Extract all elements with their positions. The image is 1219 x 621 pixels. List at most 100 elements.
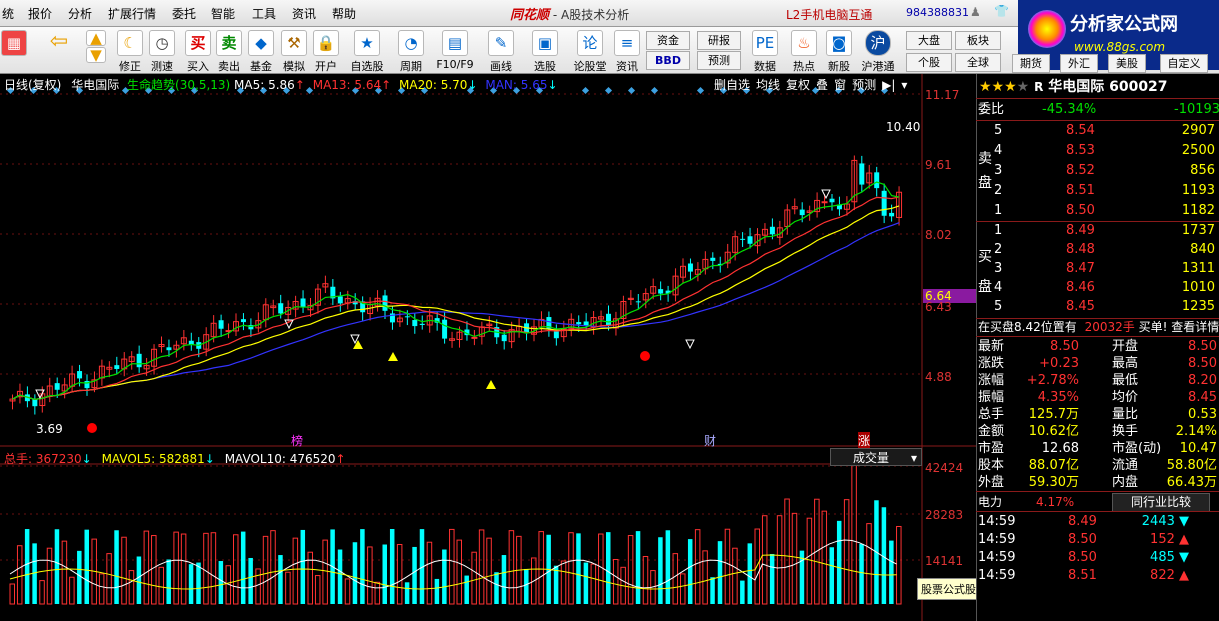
stat-row[interactable]: 金额 10.62亿 换手 2.14% [976, 423, 1219, 441]
menu-item-ext-quote[interactable]: 扩展行情 [108, 5, 156, 22]
menu-item-quote[interactable]: 报价 [28, 5, 52, 22]
buy-level-row[interactable]: 3 8.47 1311 [976, 260, 1219, 278]
page-up-button[interactable]: ▲ ▼ [84, 27, 108, 73]
draw-line-button[interactable]: ✎ 画线 [483, 27, 519, 73]
menu-item-analysis[interactable]: 分析 [68, 5, 92, 22]
capital-button[interactable]: 资金 [646, 31, 690, 50]
buy-level-row[interactable]: 5 8.45 1235 [976, 298, 1219, 316]
overlay-button[interactable]: 叠 [816, 78, 828, 92]
stat-value: 4.35% [1037, 390, 1079, 405]
us-stock-button[interactable]: 美股 [1108, 54, 1146, 73]
stat-row[interactable]: 涨幅 +2.78% 最低 8.20 [976, 372, 1219, 390]
sell-level-row[interactable]: 5 8.54 2907 [976, 122, 1219, 140]
volume-selector[interactable]: 成交量 ▾ [830, 448, 922, 466]
market-button[interactable]: 大盘 [906, 31, 952, 50]
l2-link[interactable]: L2手机电脑互通 [786, 6, 872, 23]
stat-label: 总手 [978, 407, 1005, 422]
shirt-icon[interactable]: 👕 [994, 4, 1009, 18]
stock-button[interactable]: 个股 [906, 53, 952, 72]
sell-level-row[interactable]: 3 8.52 856 [976, 162, 1219, 180]
futures-button[interactable]: 期货 [1012, 54, 1050, 73]
window-button[interactable]: 窗 [834, 78, 846, 92]
buy-level-row[interactable]: 2 8.48 840 [976, 241, 1219, 259]
f10-button[interactable]: ▤ F10/F9 [435, 27, 475, 73]
grid-button[interactable]: ▦ [0, 27, 28, 73]
stock-picker-button[interactable]: ▣ 选股 [527, 27, 563, 73]
open-account-button[interactable]: 🔒 开户 [312, 27, 340, 73]
forecast-chart-button[interactable]: 预测 [852, 78, 876, 92]
stat-row[interactable]: 股本 88.07亿 流通 58.80亿 [976, 457, 1219, 475]
forecast-button[interactable]: 预测 [697, 51, 741, 70]
stat-row[interactable]: 外盘 59.30万 内盘 66.43万 [976, 474, 1219, 492]
custom-button[interactable]: 自定义 [1160, 54, 1208, 73]
chart-area[interactable] [0, 74, 976, 621]
volume-bar [344, 578, 351, 605]
news-button[interactable]: ≡ 资讯 [613, 27, 641, 73]
menu-item-order[interactable]: 委托 [172, 5, 196, 22]
ipo-button[interactable]: ◙ 新股 [824, 27, 854, 73]
hk-connect-button[interactable]: 沪沪港通 [858, 27, 898, 73]
play-icon[interactable]: ▶| [882, 78, 895, 92]
stat-row[interactable]: 总手 125.7万 量比 0.53 [976, 406, 1219, 424]
simulate-button[interactable]: ⚒ 模拟 [280, 27, 308, 73]
phone-number: 984388831 [906, 6, 969, 19]
sell-level-row[interactable]: 2 8.51 1193 [976, 182, 1219, 200]
tick-row[interactable]: 14:59 8.50 152 ▲ [976, 531, 1219, 549]
menu-item-system[interactable]: 统 [2, 5, 14, 22]
buy-button[interactable]: 买买入 [184, 27, 212, 73]
view-details-link[interactable]: 查看详情 [1171, 320, 1219, 334]
tick-list: 14:59 8.49 2443 ▼ 14:59 8.50 152 ▲ 14:59 8.50 48… [976, 512, 1219, 582]
sell-level-row[interactable]: 1 8.50 1182 [976, 202, 1219, 220]
tick-row[interactable]: 14:59 8.51 822 ▲ [976, 567, 1219, 582]
stat-label: 涨幅 [978, 373, 1005, 388]
volume-bar [710, 577, 715, 604]
stat-row[interactable]: 涨跌 +0.23 最高 8.50 [976, 355, 1219, 373]
stat-row[interactable]: 市盈 12.68 市盈(动) 10.47 [976, 440, 1219, 458]
marker-limit[interactable]: 涨 [858, 432, 871, 449]
global-button[interactable]: 全球 [955, 53, 1001, 72]
stat-label: 换手 [1112, 424, 1139, 439]
hot-button[interactable]: ♨ 热点 [788, 27, 820, 73]
menu-item-tools[interactable]: 工具 [252, 5, 276, 22]
compare-sector-button[interactable]: 同行业比较 [1112, 493, 1210, 512]
volume-bar [665, 530, 671, 604]
ipo-icon: ◙ [826, 30, 852, 56]
candle-body [278, 303, 284, 314]
volume-bar [54, 529, 60, 604]
forex-button[interactable]: 外汇 [1060, 54, 1098, 73]
sell-level-row[interactable]: 4 8.53 2500 [976, 142, 1219, 160]
buy-level-row[interactable]: 4 8.46 1010 [976, 279, 1219, 297]
indicator-name[interactable]: 生命趋势(30,5,13) [127, 78, 230, 92]
candle-body [710, 257, 716, 261]
watchlist-button[interactable]: ★ 自选股 [348, 27, 386, 73]
stat-row[interactable]: 最新 8.50 开盘 8.50 [976, 338, 1219, 356]
sell-button[interactable]: 卖卖出 [215, 27, 243, 73]
ma-button[interactable]: 均线 [756, 78, 780, 92]
adjust-button[interactable]: 复权 [786, 78, 810, 92]
sector-name[interactable]: 电力 [978, 495, 1002, 509]
tick-row[interactable]: 14:59 8.49 2443 ▼ [976, 513, 1219, 531]
marker-finance[interactable]: 财 [704, 432, 716, 449]
marker-rank[interactable]: 榜 [291, 432, 303, 449]
menu-item-news[interactable]: 资讯 [292, 5, 316, 22]
remove-watch-button[interactable]: 删自选 [714, 78, 750, 92]
sector-button[interactable]: 板块 [955, 31, 1001, 50]
speed-test-button[interactable]: ◷ 测速 [147, 27, 177, 73]
buy-level-row[interactable]: 1 8.49 1737 [976, 222, 1219, 240]
back-button[interactable]: ⇦ [44, 27, 74, 73]
volume-bar [270, 530, 276, 605]
period-button[interactable]: ◔ 周期 [393, 27, 429, 73]
data-button[interactable]: PE 数据 [748, 27, 782, 73]
fix-button[interactable]: ☾ 修正 [115, 27, 145, 73]
stat-row[interactable]: 振幅 4.35% 均价 8.45 [976, 389, 1219, 407]
bell-icon[interactable]: ♟ [970, 5, 981, 19]
period-mode[interactable]: 日线(复权) [4, 78, 61, 92]
dropdown-icon[interactable]: ▾ [901, 78, 907, 92]
fund-button[interactable]: ◆ 基金 [247, 27, 275, 73]
menu-item-smart[interactable]: 智能 [211, 5, 235, 22]
bbd-button[interactable]: BBD [646, 51, 690, 70]
menu-item-help[interactable]: 帮助 [332, 5, 356, 22]
research-button[interactable]: 研报 [697, 31, 741, 50]
tick-row[interactable]: 14:59 8.50 485 ▼ [976, 549, 1219, 567]
forum-button[interactable]: 论论股堂 [570, 27, 610, 73]
